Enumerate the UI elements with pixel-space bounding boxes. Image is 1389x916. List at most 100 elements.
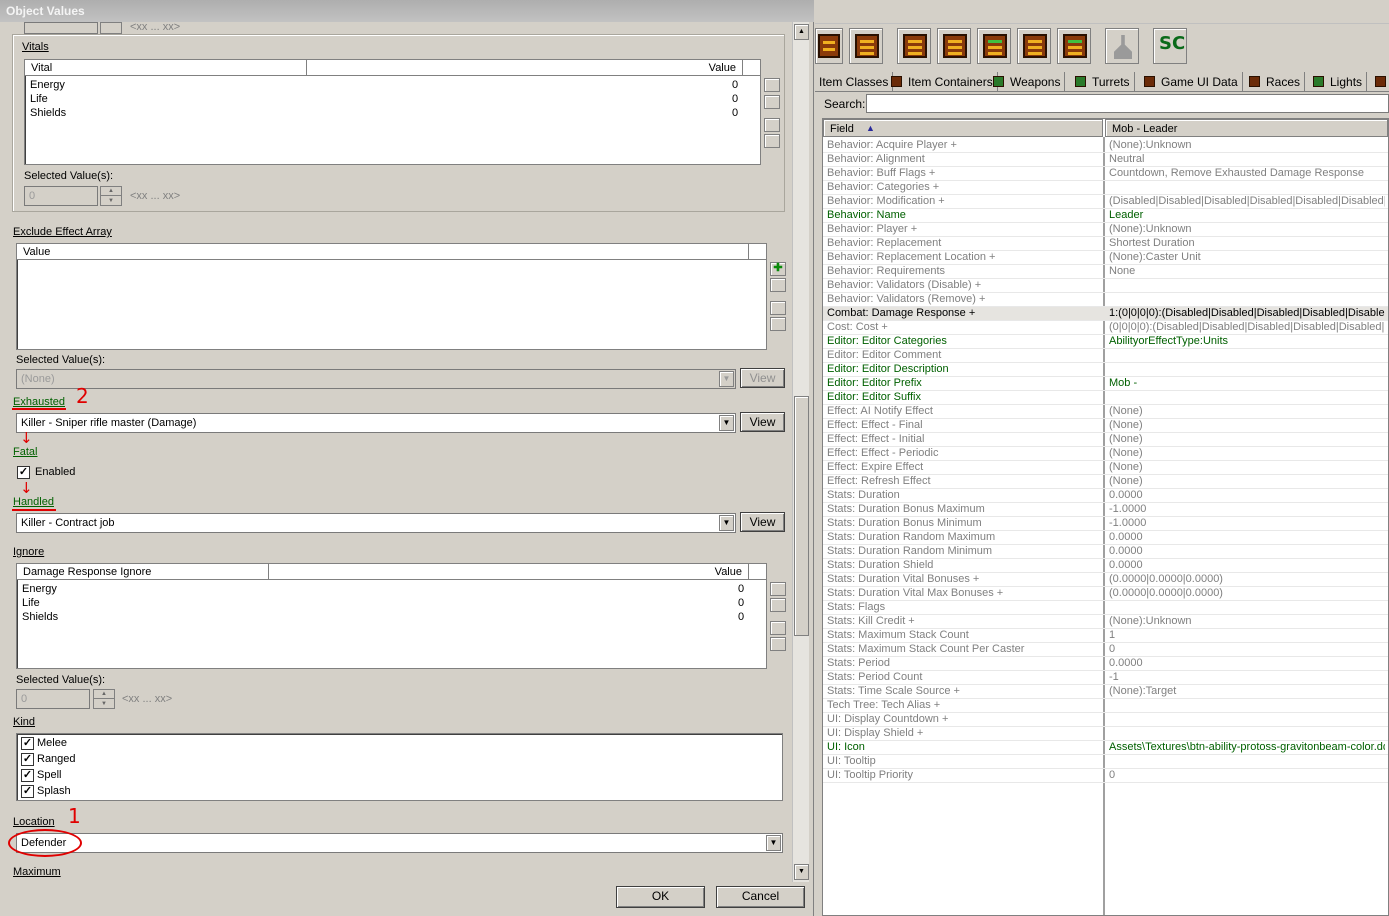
table-row[interactable]: UI: Display Countdown + <box>823 713 1388 727</box>
exclude-effect-col-value[interactable]: Value <box>17 244 749 260</box>
vitals-selected-field[interactable]: 0 <box>24 186 98 206</box>
table-row[interactable]: Effect: Effect - Final (None) <box>823 419 1388 433</box>
table-row[interactable]: Effect: Refresh Effect (None) <box>823 475 1388 489</box>
table-row[interactable]: Editor: Editor Suffix <box>823 391 1388 405</box>
table-row[interactable]: Behavior: Alignment Neutral <box>823 153 1388 167</box>
table-row[interactable]: Behavior: Name Leader <box>823 209 1388 223</box>
table-row[interactable]: UI: Display Shield + <box>823 727 1388 741</box>
handled-view-button[interactable]: View <box>740 512 785 532</box>
exclude-effect-move-down-icon[interactable] <box>770 317 786 331</box>
table-row[interactable]: Behavior: Validators (Disable) + <box>823 279 1388 293</box>
tab-overflow[interactable] <box>1371 72 1389 92</box>
table-row[interactable]: Effect: Effect - Periodic (None) <box>823 447 1388 461</box>
tab-races[interactable]: Races <box>1245 72 1306 92</box>
table-row[interactable]: Tech Tree: Tech Alias + <box>823 699 1388 713</box>
table-row[interactable]: Stats: Flags <box>823 601 1388 615</box>
table-row[interactable]: Combat: Damage Response + 1:(0|0|0|0):(Di… <box>823 307 1388 321</box>
table-row[interactable]: Energy 0 <box>17 583 766 597</box>
table-row[interactable]: Effect: AI Notify Effect (None) <box>823 405 1388 419</box>
toolbar-button-8[interactable] <box>1105 28 1139 64</box>
table-row[interactable]: Stats: Maximum Stack Count 1 <box>823 629 1388 643</box>
vitals-label[interactable]: Vitals <box>22 41 49 53</box>
table-row[interactable]: Stats: Maximum Stack Count Per Caster 0 <box>823 643 1388 657</box>
exhausted-dropdown[interactable]: Killer - Sniper rifle master (Damage) ▼ <box>16 413 736 433</box>
table-row[interactable]: Behavior: Requirements None <box>823 265 1388 279</box>
kind-ranged-checkbox[interactable]: ✓ <box>21 753 34 766</box>
exclude-effect-remove-icon[interactable] <box>770 278 786 292</box>
search-input[interactable] <box>866 94 1389 113</box>
location-dropdown[interactable]: Defender ▼ <box>16 833 783 853</box>
scroll-down-icon[interactable]: ▼ <box>794 864 809 880</box>
scroll-up-icon[interactable]: ▲ <box>794 24 809 40</box>
table-row[interactable]: Editor: Editor Prefix Mob - <box>823 377 1388 391</box>
vitals-col-vital[interactable]: Vital <box>25 60 307 76</box>
table-row[interactable]: Behavior: Acquire Player + (None):Unknown <box>823 139 1388 153</box>
table-row[interactable]: Stats: Duration Random Minimum 0.0000 <box>823 545 1388 559</box>
exclude-effect-label[interactable]: Exclude Effect Array <box>13 226 112 238</box>
scroll-thumb[interactable] <box>794 396 809 636</box>
table-row[interactable]: Stats: Time Scale Source + (None):Target <box>823 685 1388 699</box>
table-row[interactable]: Editor: Editor Categories AbilityorEffect… <box>823 335 1388 349</box>
tab-game-ui-data[interactable]: Game UI Data <box>1140 72 1243 92</box>
table-row[interactable]: Behavior: Player + (None):Unknown <box>823 223 1388 237</box>
ignore-move-up-icon[interactable] <box>770 621 786 635</box>
table-row[interactable]: Behavior: Categories + <box>823 181 1388 195</box>
location-label[interactable]: Location <box>13 816 55 828</box>
table-row[interactable]: Life 0 <box>17 597 766 611</box>
maximum-label[interactable]: Maximum <box>13 866 61 878</box>
table-row[interactable]: Energy 0 <box>25 79 760 93</box>
table-row[interactable]: UI: Tooltip <box>823 755 1388 769</box>
toolbar-button-6[interactable] <box>1017 28 1051 64</box>
ignore-add-icon[interactable] <box>770 582 786 596</box>
tab-weapons[interactable]: Weapons <box>989 72 1066 92</box>
tab-lights[interactable]: Lights <box>1309 72 1368 92</box>
table-row[interactable]: UI: Icon Assets\Textures\btn-ability-prot… <box>823 741 1388 755</box>
cancel-button[interactable]: Cancel <box>716 886 805 908</box>
exclude-effect-move-up-icon[interactable] <box>770 301 786 315</box>
table-row[interactable]: Editor: Editor Description <box>823 363 1388 377</box>
vitals-remove-icon[interactable] <box>764 95 780 109</box>
tab-item-containers[interactable]: Item Containers <box>887 72 998 92</box>
table-row[interactable]: Stats: Duration Bonus Minimum -1.0000 <box>823 517 1388 531</box>
vitals-move-up-icon[interactable] <box>764 118 780 132</box>
tab-turrets[interactable]: Turrets <box>1071 72 1135 92</box>
table-row[interactable]: Editor: Editor Comment <box>823 349 1388 363</box>
ignore-move-down-icon[interactable] <box>770 637 786 651</box>
col-header-field[interactable]: Field ▲ <box>823 119 1103 137</box>
vitals-spinner[interactable]: ▲ ▼ <box>100 186 122 206</box>
toolbar-button-4[interactable] <box>937 28 971 64</box>
table-row[interactable]: Effect: Effect - Initial (None) <box>823 433 1388 447</box>
table-row[interactable]: Life 0 <box>25 93 760 107</box>
table-row[interactable]: Stats: Duration Vital Bonuses + (0.0000|0… <box>823 573 1388 587</box>
table-row[interactable]: Stats: Period Count -1 <box>823 671 1388 685</box>
table-row[interactable]: Stats: Duration Vital Max Bonuses + (0.00… <box>823 587 1388 601</box>
table-row[interactable]: Effect: Expire Effect (None) <box>823 461 1388 475</box>
kind-label[interactable]: Kind <box>13 716 35 728</box>
exclude-effect-add-icon[interactable]: ✚ <box>770 262 786 276</box>
table-row[interactable]: Stats: Period 0.0000 <box>823 657 1388 671</box>
tab-item-classes[interactable]: Item Classes <box>815 72 894 92</box>
table-row[interactable]: Stats: Duration Random Maximum 0.0000 <box>823 531 1388 545</box>
toolbar-button-9[interactable]: SC <box>1153 28 1187 64</box>
col-header-value[interactable]: Mob - Leader <box>1105 119 1388 137</box>
ignore-col-name[interactable]: Damage Response Ignore <box>17 564 269 580</box>
table-row[interactable]: Cost: Cost + (0|0|0|0):(Disabled|Disabled… <box>823 321 1388 335</box>
vitals-col-value[interactable]: Value <box>307 60 743 76</box>
kind-splash-checkbox[interactable]: ✓ <box>21 785 34 798</box>
vitals-add-icon[interactable] <box>764 78 780 92</box>
handled-dropdown[interactable]: Killer - Contract job ▼ <box>16 513 736 533</box>
vitals-move-down-icon[interactable] <box>764 134 780 148</box>
table-row[interactable]: Shields 0 <box>17 611 766 625</box>
exclude-effect-selected-dropdown[interactable]: (None) ▼ <box>16 369 736 389</box>
ignore-col-value[interactable]: Value <box>269 564 749 580</box>
table-row[interactable]: Stats: Kill Credit + (None):Unknown <box>823 615 1388 629</box>
table-row[interactable]: Stats: Duration 0.0000 <box>823 489 1388 503</box>
toolbar-button-5[interactable] <box>977 28 1011 64</box>
top-partial-spinner[interactable] <box>100 22 122 34</box>
table-row[interactable]: Shields 0 <box>25 107 760 121</box>
kind-spell-checkbox[interactable]: ✓ <box>21 769 34 782</box>
table-row[interactable]: Stats: Duration Shield 0.0000 <box>823 559 1388 573</box>
ignore-selected-field[interactable]: 0 <box>16 689 90 709</box>
ignore-remove-icon[interactable] <box>770 598 786 612</box>
table-row[interactable]: Behavior: Validators (Remove) + <box>823 293 1388 307</box>
